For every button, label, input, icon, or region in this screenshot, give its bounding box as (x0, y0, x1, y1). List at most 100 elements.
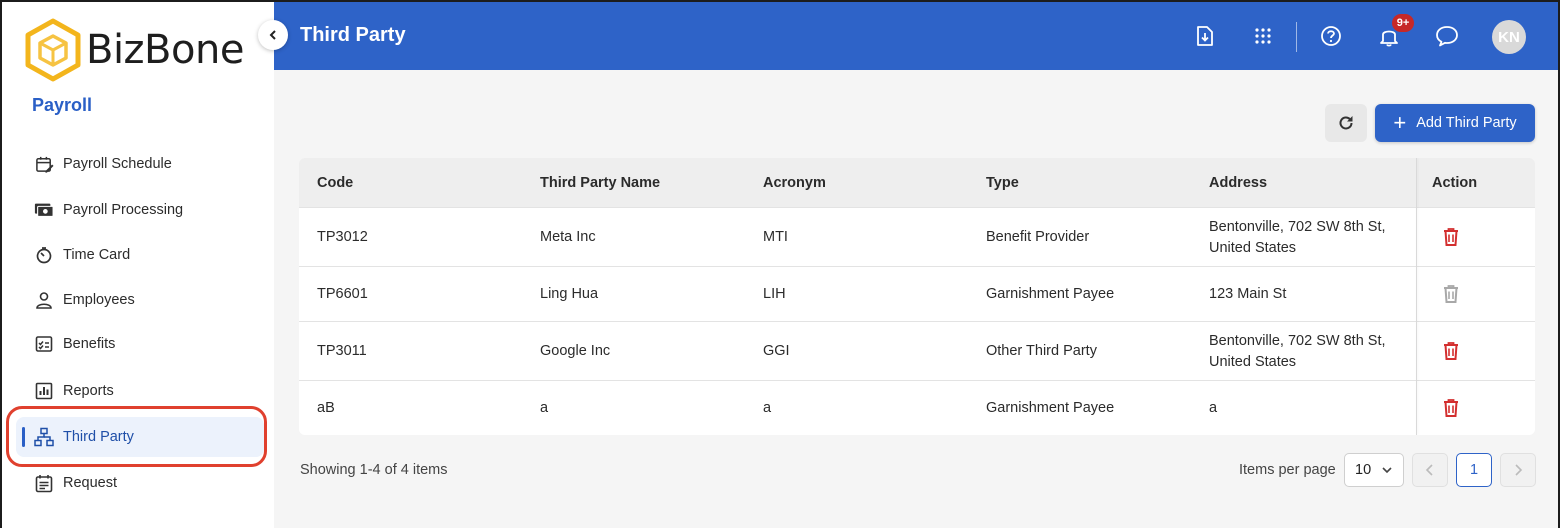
sidebar-item-label: Request (63, 475, 118, 491)
trash-icon (1444, 285, 1458, 303)
refresh-button[interactable] (1325, 104, 1367, 142)
chevron-left-icon (1425, 464, 1433, 476)
cell-address-line2: United States (1209, 354, 1297, 370)
org-chart-icon (34, 427, 54, 447)
cell-code: TP6601 (317, 286, 368, 302)
column-header-action: Action (1432, 175, 1478, 191)
person-icon (34, 290, 54, 310)
notification-badge: 9+ (1392, 14, 1414, 32)
items-per-page-label: Items per page (1239, 462, 1336, 478)
cell-code: TP3012 (317, 229, 368, 245)
delete-button[interactable] (1440, 397, 1462, 419)
third-party-table: Code Third Party Name Acronym Type Addre… (299, 158, 1535, 435)
top-header: Third Party 9+ KN (274, 2, 1558, 70)
table-row[interactable]: TP3011 Google Inc GGI Other Third Party … (299, 321, 1535, 380)
chat-icon (1436, 26, 1458, 47)
cell-name: Ling Hua (540, 286, 599, 302)
column-header-name[interactable]: Third Party Name (540, 175, 660, 191)
sidebar-item-label: Benefits (63, 336, 116, 352)
sidebar-item-label: Payroll Processing (63, 202, 184, 218)
timer-icon (34, 245, 54, 265)
help-icon (1321, 26, 1341, 46)
delete-button[interactable] (1440, 226, 1462, 248)
cell-type: Garnishment Payee (986, 400, 1115, 416)
cell-code: aB (317, 400, 335, 416)
delete-button[interactable] (1440, 340, 1462, 362)
header-divider (1296, 22, 1297, 52)
cell-address-line1: 123 Main St (1209, 286, 1287, 302)
trash-icon (1444, 228, 1458, 246)
chat-button[interactable] (1434, 23, 1460, 49)
logo-text: BizBone (86, 27, 244, 73)
cell-address-line2: United States (1209, 240, 1297, 256)
cell-acronym: GGI (763, 343, 790, 359)
cell-acronym: MTI (763, 229, 788, 245)
table-header: Code Third Party Name Acronym Type Addre… (299, 158, 1535, 207)
sidebar-item-request[interactable]: Request (16, 463, 264, 503)
column-header-type[interactable]: Type (986, 175, 1019, 191)
previous-page-button[interactable] (1412, 453, 1448, 487)
calendar-edit-icon (34, 154, 54, 174)
column-header-address[interactable]: Address (1209, 175, 1267, 191)
pagination-summary: Showing 1-4 of 4 items (300, 462, 448, 478)
refresh-icon (1339, 116, 1353, 130)
column-header-acronym[interactable]: Acronym (763, 175, 826, 191)
sidebar: BizBone Payroll Payroll Schedule Payroll… (2, 2, 274, 528)
cell-name: Google Inc (540, 343, 611, 359)
module-title: Payroll (32, 95, 93, 115)
apps-grid-icon (1255, 28, 1271, 44)
sidebar-item-time-card[interactable]: Time Card (16, 235, 264, 275)
trash-icon (1444, 399, 1458, 417)
sidebar-collapse-button[interactable] (258, 20, 288, 50)
bizbone-logo-icon (25, 18, 81, 82)
cell-type: Garnishment Payee (986, 286, 1115, 302)
calendar-list-icon (34, 473, 54, 493)
help-button[interactable] (1318, 23, 1344, 49)
sidebar-item-label: Reports (63, 383, 114, 399)
table-row[interactable]: TP6601 Ling Hua LIH Garnishment Payee 12… (299, 266, 1535, 321)
trash-icon (1444, 342, 1458, 360)
sidebar-item-payroll-schedule[interactable]: Payroll Schedule (16, 144, 264, 184)
column-header-code[interactable]: Code (317, 175, 353, 191)
items-per-page-select[interactable]: 10 (1344, 453, 1404, 487)
next-page-button[interactable] (1500, 453, 1536, 487)
sidebar-item-reports[interactable]: Reports (16, 371, 264, 411)
cell-acronym: LIH (763, 286, 786, 302)
download-document-button[interactable] (1192, 23, 1218, 49)
sidebar-item-third-party[interactable]: Third Party (16, 417, 264, 457)
sidebar-item-label: Payroll Schedule (63, 156, 172, 172)
chevron-right-icon (1515, 464, 1523, 476)
money-icon (34, 200, 54, 220)
cell-type: Benefit Provider (986, 229, 1090, 245)
cell-acronym: a (763, 400, 772, 416)
table-row[interactable]: TP3012 Meta Inc MTI Benefit Provider Ben… (299, 207, 1535, 266)
sidebar-item-label: Employees (63, 292, 135, 308)
download-document-icon (1197, 26, 1213, 46)
page-title: Third Party (300, 24, 406, 46)
checklist-icon (34, 334, 54, 354)
sidebar-item-label: Third Party (63, 429, 134, 445)
cell-type: Other Third Party (986, 343, 1097, 359)
sidebar-item-employees[interactable]: Employees (16, 280, 264, 320)
add-third-party-button[interactable]: + Add Third Party (1375, 104, 1535, 142)
cell-name: Meta Inc (540, 229, 596, 245)
delete-button-disabled (1440, 283, 1462, 305)
table-row[interactable]: aB a a Garnishment Payee a (299, 380, 1535, 435)
chevron-left-icon (269, 30, 276, 40)
app-window: BizBone Payroll Payroll Schedule Payroll… (0, 0, 1560, 528)
sidebar-item-label: Time Card (63, 247, 131, 263)
cell-code: TP3011 (317, 343, 367, 359)
plus-icon: + (1393, 110, 1407, 135)
items-per-page-value: 10 (1355, 462, 1372, 478)
user-avatar[interactable]: KN (1492, 20, 1526, 54)
sidebar-item-payroll-processing[interactable]: Payroll Processing (16, 190, 264, 230)
sidebar-item-benefits[interactable]: Benefits (16, 324, 264, 364)
page-number-button[interactable]: 1 (1456, 453, 1492, 487)
logo: BizBone (24, 18, 244, 82)
cell-name: a (540, 400, 549, 416)
cell-address-line1: Bentonville, 702 SW 8th St, (1209, 219, 1386, 235)
apps-grid-button[interactable] (1250, 23, 1276, 49)
add-third-party-label: Add Third Party (1416, 115, 1517, 131)
cell-address-line1: a (1209, 400, 1218, 416)
chevron-down-icon (1382, 467, 1392, 474)
